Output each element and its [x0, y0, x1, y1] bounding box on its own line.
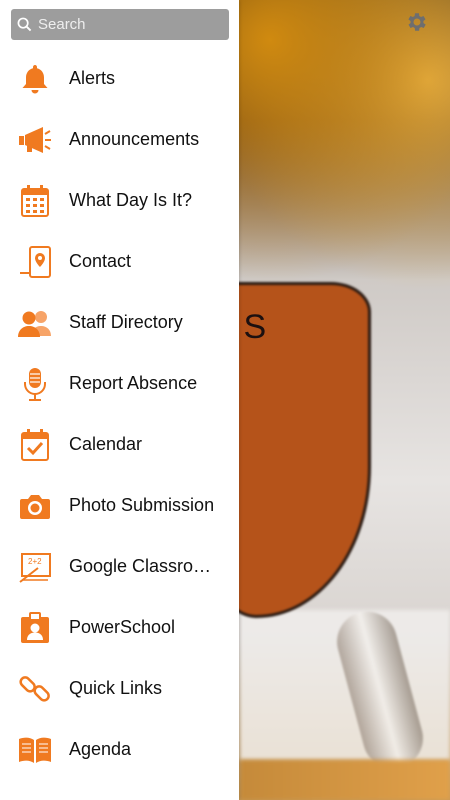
menu-item-contact[interactable]: Contact: [0, 231, 239, 292]
menu-item-powerschool[interactable]: PowerSchool: [0, 597, 239, 658]
background-table: [240, 760, 450, 800]
search-input[interactable]: [36, 15, 220, 34]
menu-item-label: Agenda: [69, 739, 132, 759]
menu-item-label: Photo Submission: [69, 495, 215, 515]
open-book-icon: [16, 731, 54, 769]
menu-item-label: PowerSchool: [69, 617, 176, 637]
svg-text:2+2: 2+2: [28, 557, 42, 566]
menu-item-label: Staff Directory: [69, 312, 183, 332]
menu-item-report-absence[interactable]: Report Absence: [0, 353, 239, 414]
microphone-icon: [16, 365, 54, 403]
menu-item-label: What Day Is It?: [69, 190, 193, 210]
menu-item-label: Calendar: [69, 434, 143, 454]
menu-item-calendar[interactable]: Calendar: [0, 414, 239, 475]
search-icon: [17, 17, 32, 32]
search-bar[interactable]: [11, 9, 229, 40]
menu-item-quick-links[interactable]: Quick Links: [0, 658, 239, 719]
menu-item-what-day-is-it[interactable]: What Day Is It?: [0, 170, 239, 231]
menu-item-label: Contact: [69, 251, 132, 271]
menu-item-label: Report Absence: [69, 373, 198, 393]
id-badge-icon: [16, 609, 54, 647]
menu-item-label: Quick Links: [69, 678, 163, 698]
navigation-drawer: Alerts Announcements: [0, 0, 239, 800]
classroom-board-icon: 2+2: [16, 548, 54, 586]
menu-item-agenda[interactable]: Agenda: [0, 719, 239, 780]
menu-item-label: Announcements: [69, 129, 200, 149]
megaphone-icon: [16, 121, 54, 159]
link-icon: [16, 670, 54, 708]
gear-icon[interactable]: [404, 10, 428, 34]
menu-item-alerts[interactable]: Alerts: [0, 48, 239, 109]
people-icon: [16, 304, 54, 342]
menu-item-announcements[interactable]: Announcements: [0, 109, 239, 170]
bell-icon: [16, 60, 54, 98]
menu-list: Alerts Announcements What Day Is It? Con…: [0, 48, 239, 780]
contact-pin-icon: [16, 243, 54, 281]
menu-item-photo-submission[interactable]: Photo Submission: [0, 475, 239, 536]
menu-item-label: Alerts: [69, 68, 116, 88]
calendar-check-icon: [16, 426, 54, 464]
menu-item-google-classroom[interactable]: 2+2 Google Classro…: [0, 536, 239, 597]
menu-item-label: Google Classro…: [69, 556, 212, 576]
calendar-grid-icon: [16, 182, 54, 220]
camera-icon: [16, 487, 54, 525]
menu-item-staff-directory[interactable]: Staff Directory: [0, 292, 239, 353]
